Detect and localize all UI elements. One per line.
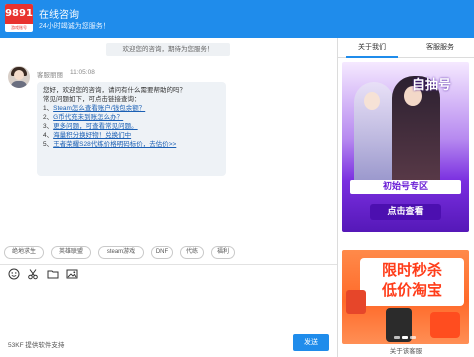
- tag-pubg[interactable]: 绝地求生: [4, 246, 44, 259]
- faq-number: 5、: [43, 141, 54, 148]
- input-toolbar: [0, 264, 337, 282]
- tag-welfare[interactable]: 福利: [211, 246, 235, 259]
- panel-divider: [337, 38, 338, 357]
- promo-cta-button[interactable]: 点击查看: [370, 204, 441, 220]
- agent-avatar: [8, 66, 30, 88]
- tag-steam[interactable]: steam游戏: [98, 246, 144, 259]
- promo-subline: 初始号专区: [350, 180, 461, 194]
- about-agent-link[interactable]: 关于该客服: [338, 346, 474, 357]
- scissors-icon[interactable]: [27, 268, 39, 280]
- send-button[interactable]: 发送: [293, 334, 329, 351]
- faq-item: 1、Steam怎么查看账户/钱包余额？: [43, 104, 220, 113]
- right-panel-tabs: 关于我们 客服服务: [338, 38, 474, 58]
- agent-message-bubble: 您好，欢迎您的咨询，请问有什么需要帮助的吗？ 常见问题如下，可点击链接查询： 1…: [37, 82, 226, 176]
- welcome-notice: 欢迎您的咨询，期待为您服务！: [106, 43, 230, 56]
- smile-icon[interactable]: [8, 268, 20, 280]
- flash-sale-line2: 低价淘宝: [381, 281, 442, 299]
- image-icon[interactable]: [66, 268, 78, 280]
- faq-link-more-questions[interactable]: 更多问题，可查看常见问题。: [53, 123, 138, 130]
- logo-subtext: 游戏账号: [11, 25, 27, 30]
- tag-lol[interactable]: 英雄联盟: [51, 246, 91, 259]
- agent-name: 客服丽丽: [37, 72, 63, 79]
- faq-item: 4、海量积分换好物！兑换们中: [43, 131, 220, 140]
- message-line: 常见问题如下，可点击链接查询：: [43, 96, 141, 103]
- company-logo: 9891 游戏账号: [5, 4, 33, 32]
- faq-link-steam-balance[interactable]: Steam怎么查看账户/钱包余额？: [53, 105, 145, 112]
- tab-customer-service[interactable]: 客服服务: [414, 38, 466, 58]
- faq-number: 4、: [43, 132, 54, 139]
- tag-dnf[interactable]: DNF: [151, 246, 173, 259]
- tag-boosting[interactable]: 代练: [180, 246, 204, 259]
- shopping-bag-icon: [430, 312, 460, 338]
- tab-about-us[interactable]: 关于我们: [346, 38, 398, 58]
- gift-box-icon: [346, 290, 366, 314]
- faq-link-gcoin-recharge[interactable]: G币代充未到账怎么办？: [53, 114, 123, 121]
- promo-banner-self-draw-accounts[interactable]: 自抽号 初始号专区 点击查看: [342, 62, 469, 232]
- message-timestamp: 11:05:08: [70, 69, 95, 76]
- faq-link-boosting-price[interactable]: 王者荣耀S28代练价格明码标价，去估价>>: [53, 141, 176, 148]
- header-title: 在线咨询: [39, 10, 79, 21]
- faq-item: 3、更多问题，可查看常见问题。: [43, 122, 220, 131]
- faq-number: 3、: [43, 123, 54, 130]
- promo-headline: 自抽号: [412, 78, 452, 93]
- faq-link-points-exchange[interactable]: 海量积分换好物！兑换们中: [53, 132, 131, 139]
- faq-number: 1、: [43, 105, 54, 112]
- logo-text: 9891: [5, 4, 33, 24]
- faq-item: 2、G币代充未到账怎么办？: [43, 113, 220, 122]
- folder-icon[interactable]: [47, 268, 59, 280]
- faq-number: 2、: [43, 114, 54, 121]
- chat-panel: 欢迎您的咨询，期待为您服务！ 客服丽丽 11:05:08 您好，欢迎您的咨询，请…: [0, 38, 337, 241]
- header-subtitle: 24小时竭诚为您服务！: [39, 23, 110, 30]
- message-input[interactable]: [0, 282, 337, 332]
- faq-item: 5、王者荣耀S28代练价格明码标价，去估价>>: [43, 140, 220, 149]
- message-line: 您好，欢迎您的咨询，请问有什么需要帮助的吗？: [43, 87, 186, 94]
- promo-banner-flash-sale[interactable]: 限时秒杀 低价淘宝: [342, 250, 469, 344]
- header-bar: 9891 游戏账号 在线咨询 24小时竭诚为您服务！: [0, 0, 474, 38]
- provider-note: 53KF 提供软件支持: [8, 342, 65, 349]
- flash-sale-line1: 限时秒杀: [381, 261, 442, 279]
